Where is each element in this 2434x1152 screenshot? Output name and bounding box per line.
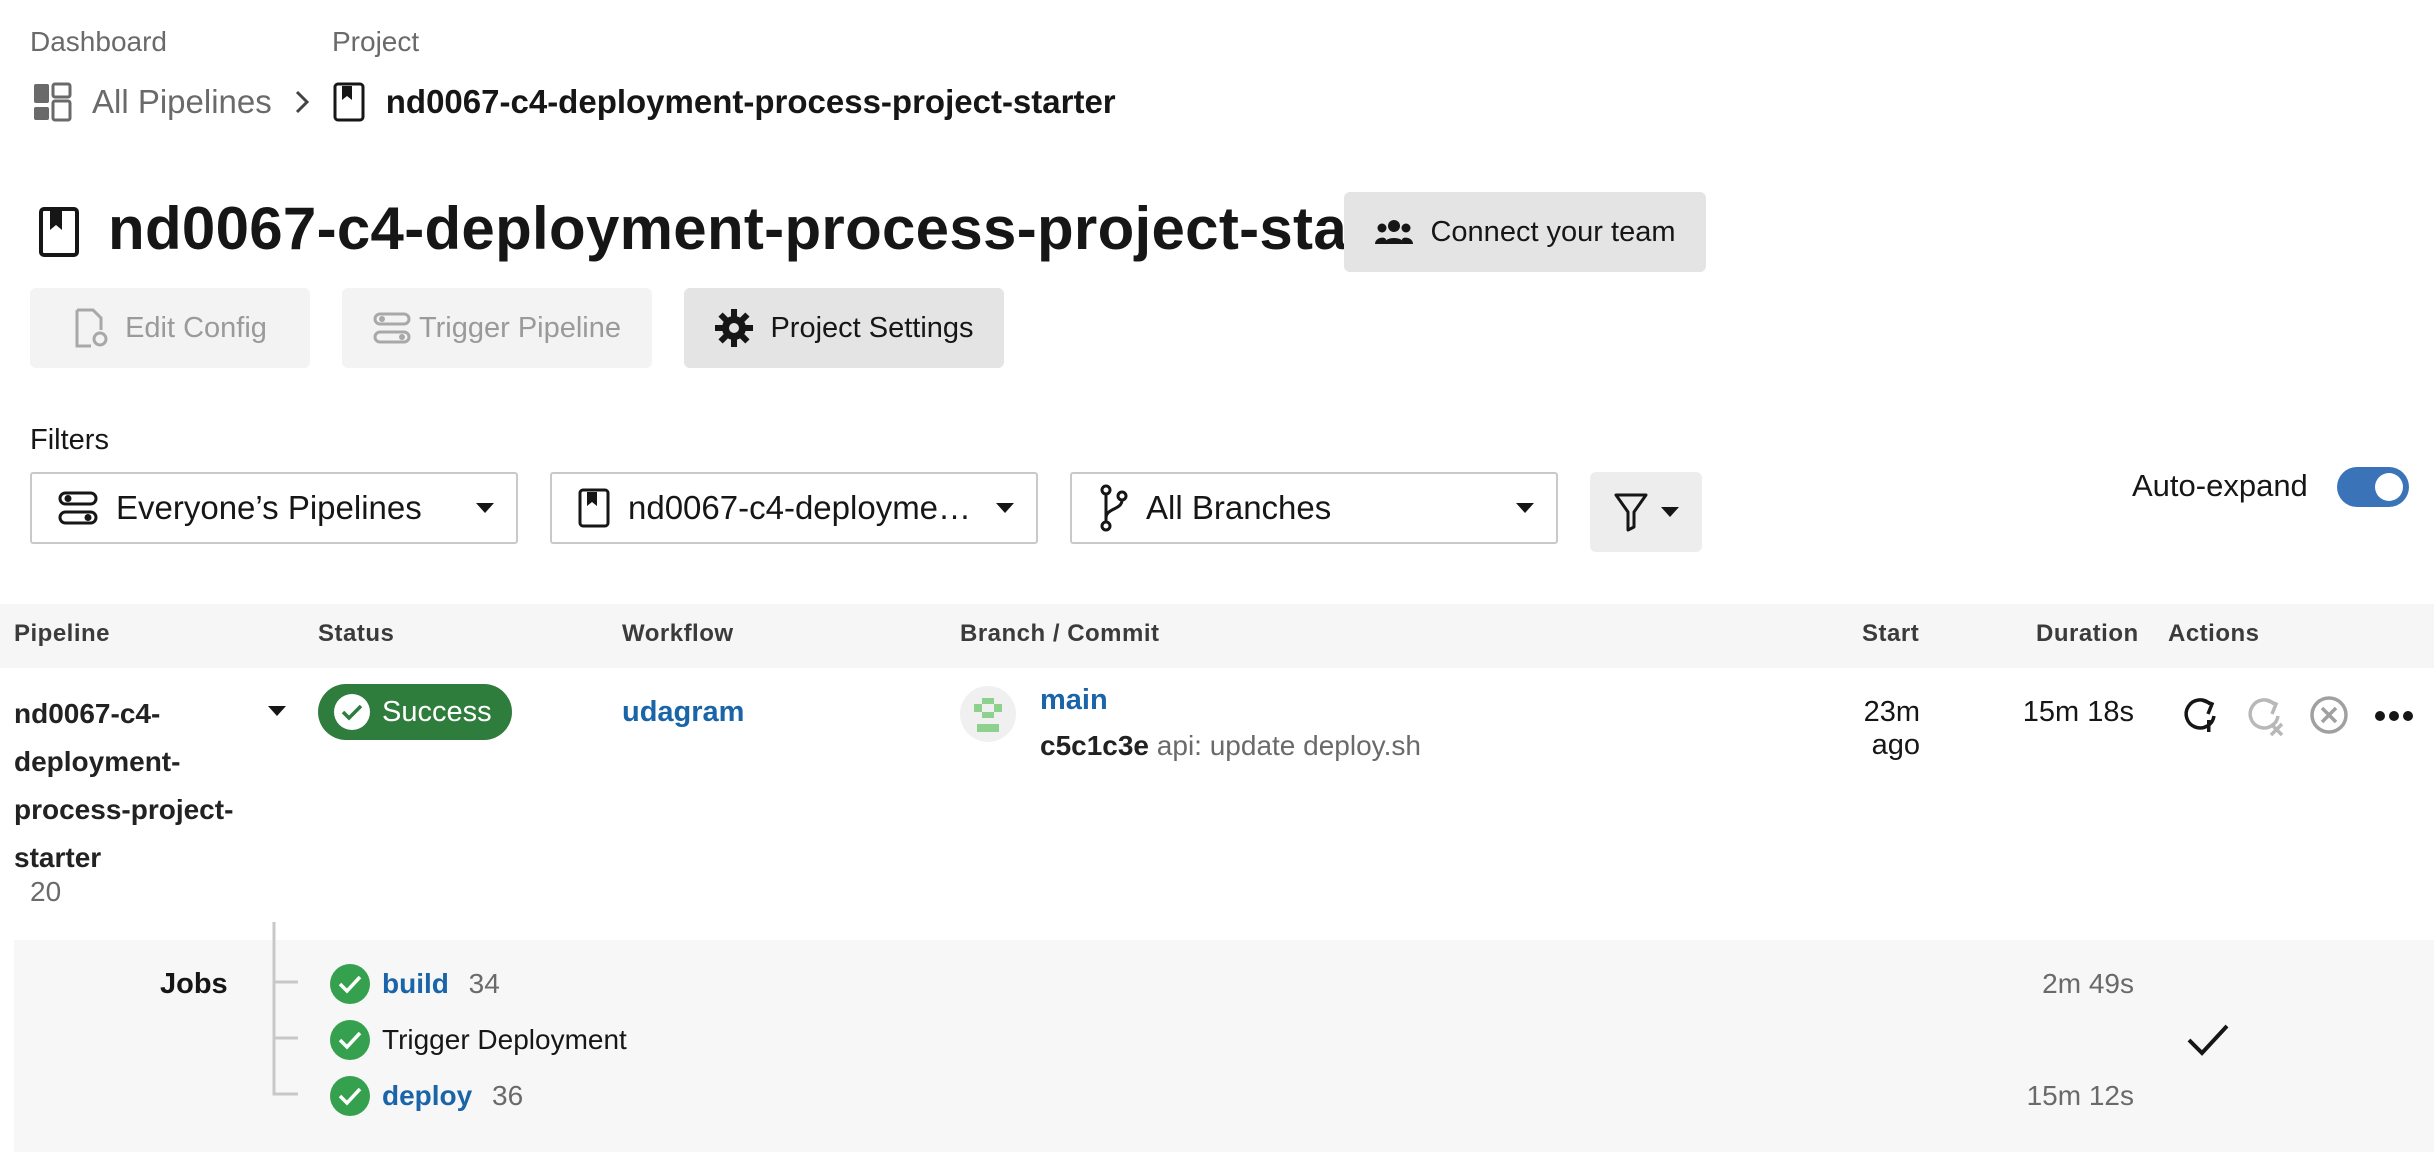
col-workflow[interactable]: Workflow	[622, 620, 734, 648]
auto-expand-label: Auto-expand	[2132, 468, 2308, 503]
project-filter-select[interactable]: nd0067-c4-deploymen…	[550, 472, 1038, 544]
breadcrumb-dashboard-label: Dashboard	[30, 26, 167, 57]
branch-icon	[1098, 484, 1128, 532]
approved-check-icon	[2186, 1020, 2230, 1060]
avatar	[960, 686, 1016, 742]
funnel-icon	[1613, 492, 1649, 532]
pipeline-name-line: deployment-	[14, 746, 181, 777]
chevron-down-icon	[996, 503, 1014, 513]
job-duration: 2m 49s	[2042, 968, 2134, 999]
job-name[interactable]: build	[382, 968, 449, 999]
branches-filter-value: All Branches	[1146, 489, 1332, 526]
filters-label: Filters	[30, 424, 109, 456]
chevron-down-icon	[1661, 507, 1679, 517]
rerun-failed-icon[interactable]	[2244, 694, 2286, 738]
auto-expand-toggle[interactable]	[2337, 467, 2409, 507]
project-settings-label: Project Settings	[770, 311, 974, 344]
job-success-icon	[330, 964, 370, 1004]
col-pipeline[interactable]: Pipeline	[14, 620, 110, 648]
trigger-pipeline-label: Trigger Pipeline	[418, 311, 622, 344]
job-name: Trigger Deployment	[382, 1024, 627, 1055]
job-name[interactable]: deploy	[382, 1080, 472, 1111]
branch-link[interactable]: main	[1040, 684, 1108, 717]
commit-info: c5c1c3e api: update deploy.sh	[1040, 730, 1421, 762]
gear-icon	[714, 308, 754, 348]
page-title: nd0067-c4-deployment-process-project-sta…	[108, 195, 1449, 262]
job-row[interactable]: build 34	[382, 968, 500, 1000]
project-title-icon	[38, 206, 80, 258]
pipelines-filter-value: Everyone’s Pipelines	[116, 489, 422, 526]
start-time: 23m ago	[1863, 696, 1920, 761]
file-gear-icon	[73, 308, 109, 348]
breadcrumb-project-label: Project	[332, 26, 420, 57]
jobs-tree-lines	[272, 922, 302, 1098]
connect-team-label: Connect your team	[1430, 215, 1676, 248]
team-icon	[1374, 218, 1414, 246]
project-filter-value: nd0067-c4-deploymen…	[628, 489, 982, 526]
commit-hash[interactable]: c5c1c3e	[1040, 730, 1149, 761]
breadcrumb-project-name[interactable]: nd0067-c4-deployment-process-project-sta…	[386, 83, 1116, 121]
job-duration: 15m 12s	[2026, 1080, 2134, 1111]
pipelines-filter-select[interactable]: Everyone’s Pipelines	[30, 472, 518, 544]
toggle-knob	[2375, 473, 2403, 501]
job-success-icon	[330, 1076, 370, 1116]
dashboard-icon	[32, 82, 72, 122]
col-actions: Actions	[2168, 620, 2260, 647]
advanced-filter-button[interactable]	[1590, 472, 1702, 552]
branches-filter-select[interactable]: All Branches	[1070, 472, 1558, 544]
pipeline-name-line: nd0067-c4-	[14, 698, 161, 729]
job-number: 36	[492, 1080, 524, 1111]
col-status[interactable]: Status	[318, 620, 394, 648]
pipeline-name[interactable]: nd0067-c4- deployment- process-project- …	[14, 690, 233, 882]
edit-config-button[interactable]: Edit Config	[30, 288, 310, 368]
job-row[interactable]: Trigger Deployment	[382, 1024, 627, 1056]
breadcrumb-all-pipelines-link[interactable]: All Pipelines	[92, 83, 272, 121]
collapse-row-icon[interactable]	[268, 706, 286, 716]
pipeline-name-line: process-project-	[14, 794, 234, 825]
col-branch-commit[interactable]: Branch / Commit	[960, 620, 1160, 648]
job-number: 34	[468, 968, 500, 999]
rerun-icon[interactable]	[2180, 694, 2220, 736]
jobs-label: Jobs	[160, 968, 228, 1000]
edit-config-label: Edit Config	[125, 311, 267, 344]
status-badge[interactable]: Success	[318, 684, 512, 740]
pipeline-number: 20	[30, 876, 62, 907]
commit-message: api: update deploy.sh	[1156, 730, 1421, 761]
chevron-down-icon	[1516, 503, 1534, 513]
job-row[interactable]: deploy 36	[382, 1080, 523, 1112]
workflow-link[interactable]: udagram	[622, 696, 744, 729]
project-icon	[332, 82, 366, 122]
duration: 15m 18s	[2022, 696, 2134, 728]
col-start[interactable]: Start	[1862, 620, 1919, 648]
more-options-icon[interactable]	[2374, 710, 2414, 722]
connect-team-button[interactable]: Connect your team	[1344, 192, 1706, 272]
pipeline-icon	[58, 490, 98, 526]
check-icon	[334, 694, 370, 730]
pipeline-name-line: starter	[14, 842, 102, 873]
breadcrumb: All Pipelines nd0067-c4-deployment-proce…	[32, 82, 1116, 122]
chevron-down-icon	[476, 503, 494, 513]
trigger-pipeline-button[interactable]: Trigger Pipeline	[342, 288, 652, 368]
project-icon	[578, 488, 610, 528]
job-success-icon	[330, 1020, 370, 1060]
col-duration[interactable]: Duration	[2036, 620, 2139, 648]
cancel-icon[interactable]	[2308, 694, 2350, 736]
chevron-right-icon	[292, 88, 312, 116]
status-label: Success	[382, 695, 492, 728]
pipeline-icon	[373, 311, 411, 345]
project-settings-button[interactable]: Project Settings	[684, 288, 1004, 368]
